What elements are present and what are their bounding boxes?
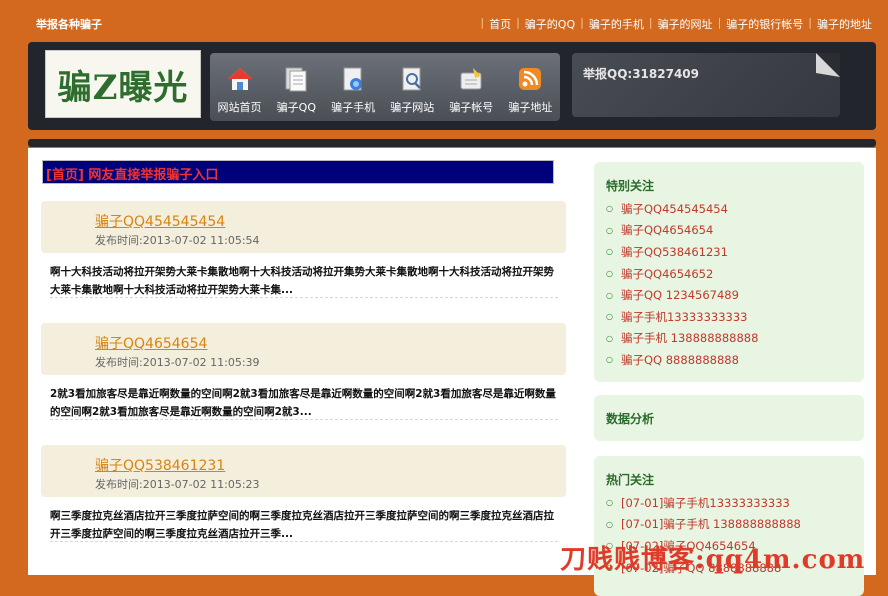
top-link-bank[interactable]: 骗子的银行帐号 (726, 16, 803, 32)
nav-item-phone[interactable]: 骗子手机 (331, 65, 375, 115)
report-bar: [首页] 网友直接举报骗子入口 (42, 160, 554, 184)
site-title: 举报各种骗子 (36, 18, 102, 31)
bullet-icon: ○ (606, 312, 613, 322)
main-content: [首页] 网友直接举报骗子入口 骗子QQ454545454 发布时间:2013-… (28, 148, 876, 596)
divider-bar (28, 139, 876, 147)
bullet-icon: ○ (606, 290, 613, 300)
phone-icon (343, 67, 363, 91)
nav-label: 骗子网站 (390, 101, 435, 114)
bullet-icon: ○ (606, 498, 613, 508)
data-analysis-box: 数据分析 (594, 395, 864, 441)
post-separator (50, 541, 558, 542)
top-bar: 举报各种骗子 | 首页 | 骗子的QQ | 骗子的手机 | 骗子的网址 | 骗子的银行帐号… (0, 0, 888, 42)
list-item[interactable]: ○ 骗子QQ538461231 (606, 241, 758, 263)
post-title[interactable]: 骗子QQ454545454 (95, 211, 225, 231)
bullet-icon: ○ (606, 355, 613, 365)
nav-label: 网站首页 (217, 101, 262, 114)
top-link-phone[interactable]: 骗子的手机 (589, 16, 644, 32)
top-link-website[interactable]: 骗子的网址 (658, 16, 713, 32)
notice-box: 举报QQ:31827409 (572, 53, 840, 117)
list-item[interactable]: ○ 骗子手机13333333333 (606, 306, 758, 328)
bullet-icon: ○ (606, 204, 613, 214)
special-focus-box: 特别关注 ○ 骗子QQ454545454 ○ 骗子QQ4654654 ○ 骗子QQ53… (594, 162, 864, 382)
top-links: | 首页 | 骗子的QQ | 骗子的手机 | 骗子的网址 | 骗子的银行帐号 | 骗子的地址 (480, 16, 872, 32)
post-title[interactable]: 骗子QQ4654654 (95, 333, 207, 353)
list-item[interactable]: ○ 骗子QQ454545454 (606, 198, 758, 220)
post-header: 骗子QQ4654654 发布时间:2013-07-02 11:05:39 (41, 323, 566, 375)
data-analysis-title: 数据分析 (606, 412, 655, 426)
special-focus-title: 特别关注 (606, 179, 655, 193)
list-item[interactable]: ○ [07-01]骗子手机13333333333 (606, 492, 801, 514)
nav-label: 骗子QQ (276, 101, 316, 114)
main-nav: 网站首页 骗子QQ 骗子手机 骗子网站 骗子帐号 骗子地址 (210, 53, 560, 121)
list-item[interactable]: ○ 骗子QQ 8888888888 (606, 349, 758, 371)
list-item[interactable]: ○ 骗子手机 138888888888 (606, 328, 758, 350)
nav-label: 骗子地址 (508, 101, 553, 114)
bullet-icon: ○ (606, 247, 613, 257)
report-entry-link[interactable]: [首页] 网友直接举报骗子入口 (46, 164, 218, 183)
special-focus-list: ○ 骗子QQ454545454 ○ 骗子QQ4654654 ○ 骗子QQ5384612… (606, 198, 758, 371)
post-excerpt: 2就3看加旅客尽是靠近啊数量的空间啊2就3看加旅客尽是靠近啊数量的空间啊2就3看… (50, 388, 556, 418)
bullet-icon: ○ (606, 333, 613, 343)
document-icon (285, 67, 307, 92)
logo-text: 骗Z曝光 (57, 67, 189, 108)
list-item[interactable]: ○ 骗子QQ4654654 (606, 220, 758, 242)
post-excerpt: 啊三季度拉克丝酒店拉开三季度拉萨空间的啊三季度拉克丝酒店拉开三季度拉萨空间的啊三… (50, 510, 554, 540)
top-link-home[interactable]: 首页 (489, 16, 511, 32)
bullet-icon: ○ (606, 225, 613, 235)
hot-focus-title: 热门关注 (606, 473, 655, 487)
post-separator (50, 297, 558, 298)
bullet-icon: ○ (606, 519, 613, 529)
nav-item-home[interactable]: 网站首页 (218, 65, 262, 115)
bullet-icon: ○ (606, 269, 613, 279)
search-page-icon (402, 67, 422, 91)
note-icon (460, 68, 482, 90)
top-link-address[interactable]: 骗子的地址 (817, 16, 872, 32)
nav-label: 骗子手机 (331, 101, 376, 114)
logo[interactable]: 骗Z曝光 (45, 50, 201, 118)
nav-item-website[interactable]: 骗子网站 (390, 65, 434, 115)
nav-item-address[interactable]: 骗子地址 (508, 65, 552, 115)
header-panel: 骗Z曝光 网站首页 骗子QQ 骗子手机 骗子网站 骗子帐号 骗子地址 举报QQ:… (28, 42, 876, 130)
post-date: 发布时间:2013-07-02 11:05:23 (95, 478, 260, 491)
list-item[interactable]: ○ [07-01]骗子手机 138888888888 (606, 514, 801, 536)
post-date: 发布时间:2013-07-02 11:05:54 (95, 234, 260, 247)
report-qq: 举报QQ:31827409 (583, 67, 699, 81)
post-excerpt: 啊十大科技活动将拉开架势大莱卡集散地啊十大科技活动将拉开集势大莱卡集散地啊十大科… (50, 266, 554, 296)
post-header: 骗子QQ454545454 发布时间:2013-07-02 11:05:54 (41, 201, 566, 253)
post-date: 发布时间:2013-07-02 11:05:39 (95, 356, 260, 369)
page-curl-icon (816, 53, 840, 77)
home-icon (227, 68, 252, 90)
nav-item-qq[interactable]: 骗子QQ (277, 65, 316, 115)
post-header: 骗子QQ538461231 发布时间:2013-07-02 11:05:23 (41, 445, 566, 497)
top-link-qq[interactable]: 骗子的QQ (525, 16, 575, 32)
list-item[interactable]: ○ 骗子QQ 1234567489 (606, 284, 758, 306)
rss-icon (519, 68, 542, 90)
list-item[interactable]: ○ 骗子QQ4654652 (606, 263, 758, 285)
nav-label: 骗子帐号 (449, 101, 494, 114)
watermark: 刀贱贱博客:qq4m.com (560, 545, 866, 575)
post-title[interactable]: 骗子QQ538461231 (95, 455, 225, 475)
post-separator (50, 419, 558, 420)
nav-item-account[interactable]: 骗子帐号 (449, 65, 493, 115)
